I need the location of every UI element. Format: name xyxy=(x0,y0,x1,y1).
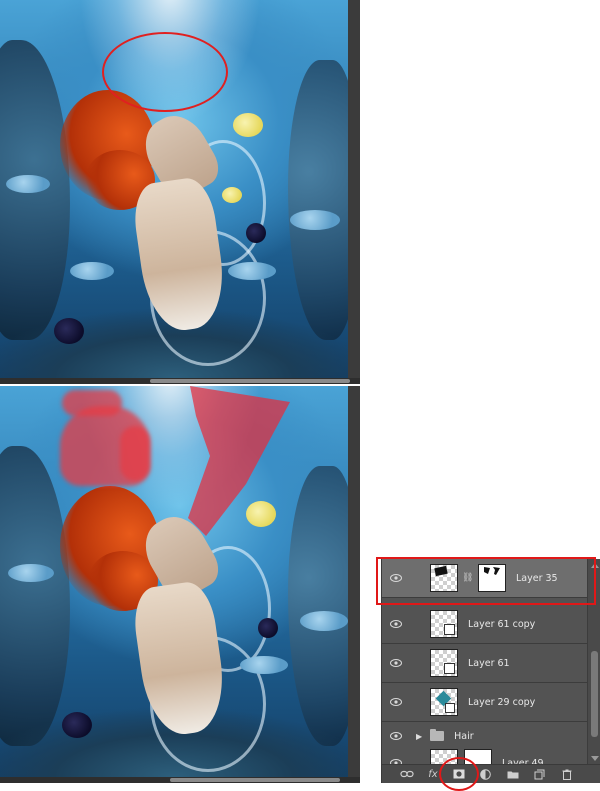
folder-icon[interactable] xyxy=(506,768,520,780)
blue-fish xyxy=(70,262,114,280)
canvas-horizontal-scrollbar[interactable] xyxy=(0,777,360,783)
expand-arrow-icon[interactable]: ▶ xyxy=(416,732,422,741)
dark-fish xyxy=(54,318,84,344)
visibility-eye-icon[interactable] xyxy=(382,732,410,740)
blue-fish xyxy=(290,210,340,230)
blue-fish xyxy=(228,262,276,280)
mask-button-circle-marker xyxy=(439,757,479,791)
scroll-thumb[interactable] xyxy=(591,651,598,737)
canvas-view-top[interactable] xyxy=(0,0,360,384)
scroll-thumb[interactable] xyxy=(170,778,340,782)
new-layer-icon[interactable] xyxy=(532,768,546,780)
visibility-eye-icon[interactable] xyxy=(382,620,410,628)
layer-row-layer-61[interactable]: Layer 61 xyxy=(382,644,588,683)
layer-name[interactable]: Layer 29 copy xyxy=(468,697,535,708)
small-yellow-fish xyxy=(222,187,242,203)
fx-icon[interactable]: fx xyxy=(426,768,440,780)
layer-row-layer-29-copy[interactable]: Layer 29 copy xyxy=(382,683,588,722)
layer-thumbnail[interactable] xyxy=(430,610,458,638)
layer-thumbnail[interactable] xyxy=(430,688,458,716)
canvas-vertical-scrollbar[interactable] xyxy=(348,0,360,378)
visibility-eye-icon[interactable] xyxy=(382,659,410,667)
underwater-scene xyxy=(0,386,348,777)
underwater-scene xyxy=(0,0,348,378)
dark-fish xyxy=(246,223,266,243)
layer-name[interactable]: Layer 61 copy xyxy=(468,619,535,630)
trash-icon[interactable] xyxy=(560,768,574,780)
mask-brush-stroke-sharp xyxy=(188,386,290,536)
link-icon[interactable] xyxy=(400,768,414,780)
canvas-view-bottom[interactable] xyxy=(0,386,360,783)
canvas-horizontal-scrollbar[interactable] xyxy=(0,378,360,384)
layer-name[interactable]: Hair xyxy=(454,731,474,742)
layer-thumbnail[interactable] xyxy=(430,649,458,677)
canvas-vertical-scrollbar[interactable] xyxy=(348,386,360,777)
layer-row-layer-61-copy[interactable]: Layer 61 copy xyxy=(382,605,588,644)
yellow-fish xyxy=(233,113,263,137)
adjustment-icon[interactable] xyxy=(478,768,492,780)
scroll-thumb[interactable] xyxy=(150,379,350,383)
blue-fish xyxy=(6,175,50,193)
visibility-eye-icon[interactable] xyxy=(382,698,410,706)
layer-name[interactable]: Layer 61 xyxy=(468,658,510,669)
bubbles-circle-marker xyxy=(102,32,228,112)
scroll-down-arrow-icon[interactable] xyxy=(591,756,599,761)
layers-toolbar: fx xyxy=(382,764,600,783)
highlight-rectangle-marker xyxy=(376,557,596,605)
folder-icon xyxy=(430,729,445,741)
